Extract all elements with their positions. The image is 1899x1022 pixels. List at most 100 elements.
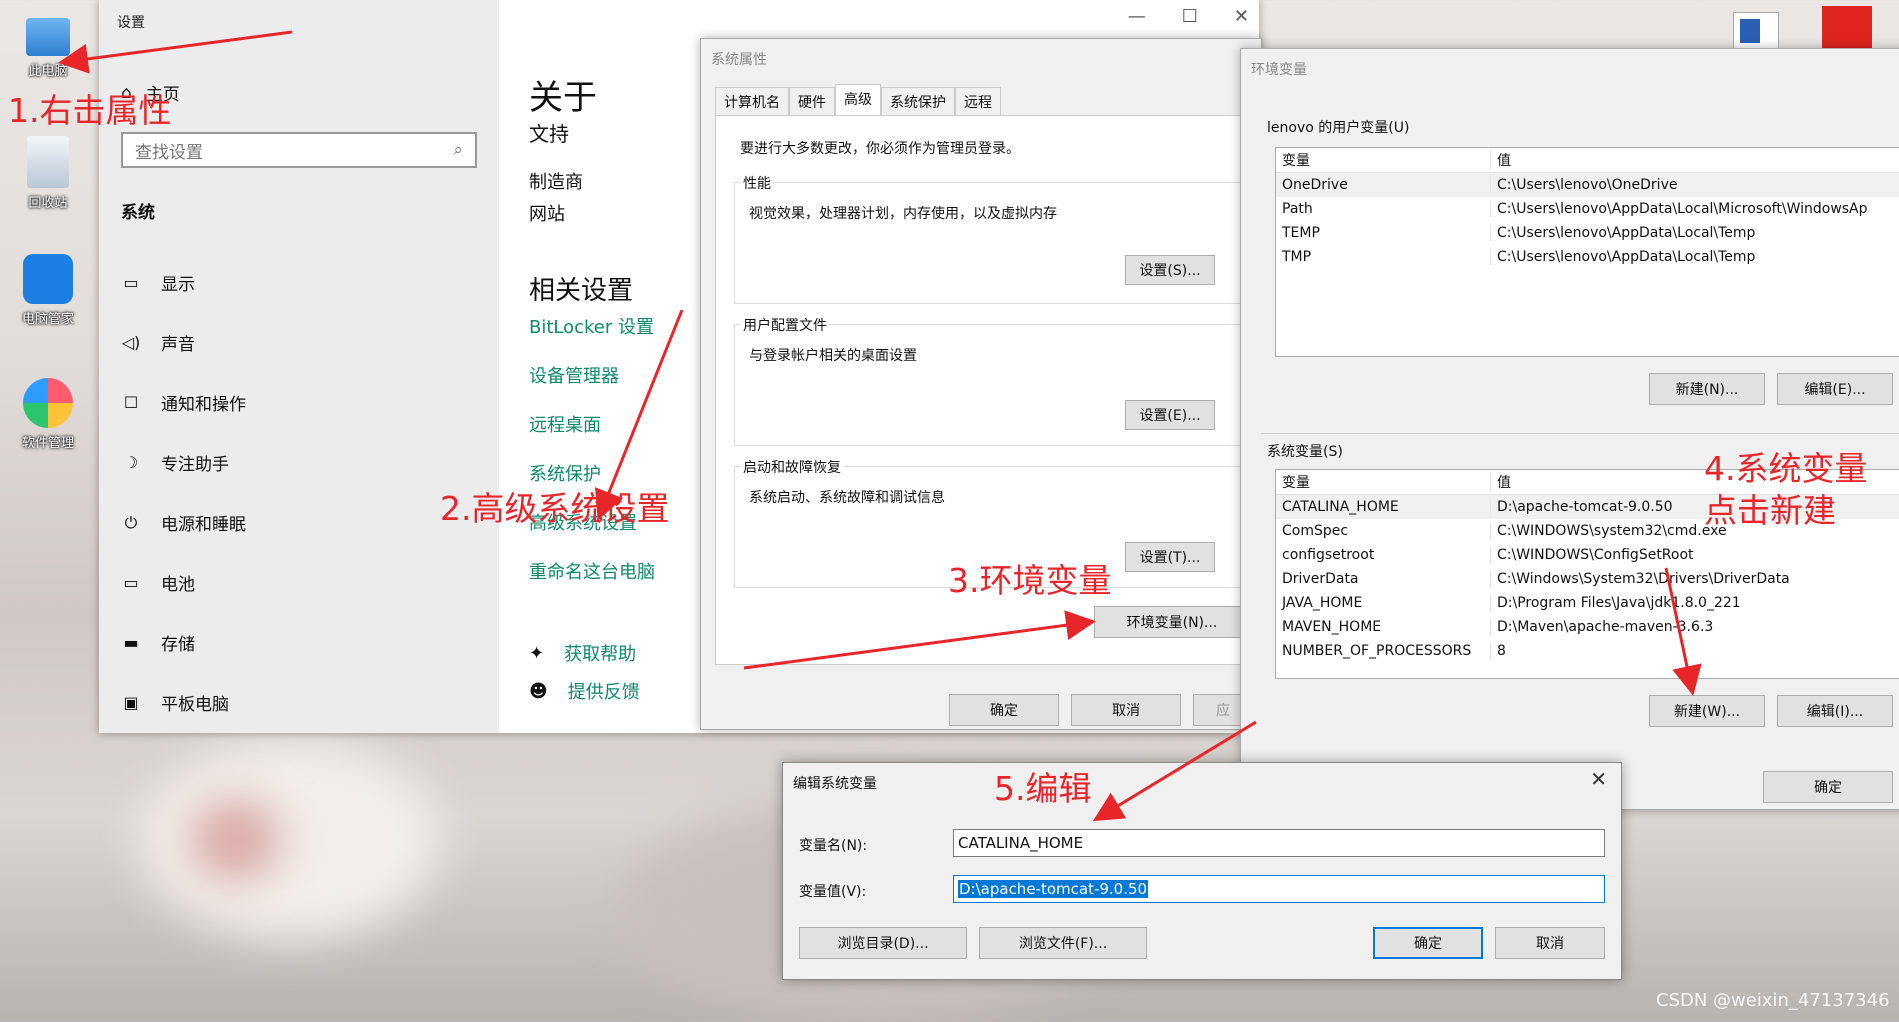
nav-item-notifications[interactable]: ☐ 通知和操作 [121, 390, 246, 415]
close-button[interactable]: ✕ [1234, 6, 1249, 27]
nav-label: 电源和睡眠 [161, 515, 246, 535]
list-row[interactable]: JAVA_HOME D:\Program Files\Java\jdk1.8.0_… [1276, 591, 1899, 615]
var-name: OneDrive [1276, 177, 1491, 193]
page-subtitle: 文持 [529, 122, 569, 146]
variable-name-input[interactable]: CATALINA_HOME [953, 829, 1605, 857]
desktop-icon-this-pc[interactable]: 此电脑 [8, 12, 88, 79]
group-label: 启动和故障恢复 [741, 457, 843, 477]
ok-button[interactable]: 确定 [1763, 771, 1893, 803]
system-edit-button[interactable]: 编辑(I)... [1777, 695, 1893, 727]
word-icon[interactable] [1733, 12, 1779, 50]
maximize-button[interactable]: ☐ [1182, 6, 1198, 27]
var-name: TMP [1276, 249, 1491, 265]
group-description: 与登录帐户相关的桌面设置 [749, 348, 917, 364]
minimize-button[interactable]: — [1128, 6, 1146, 27]
search-placeholder: 查找设置 [135, 142, 203, 163]
startup-settings-button[interactable]: 设置(T)... [1125, 542, 1215, 572]
user-edit-button[interactable]: 编辑(E)... [1777, 373, 1893, 405]
bitlocker-link[interactable]: BitLocker 设置 [529, 313, 654, 339]
cancel-button[interactable]: 取消 [1495, 927, 1605, 959]
list-row[interactable]: configsetroot C:\WINDOWS\ConfigSetRoot [1276, 543, 1899, 567]
nav-label: 声音 [161, 335, 195, 355]
close-icon[interactable]: ✕ [1590, 767, 1607, 791]
group-description: 系统启动、系统故障和调试信息 [749, 490, 945, 506]
variable-name-label: 变量名(N): [799, 838, 868, 854]
annotation-step-5: 5.编辑 [994, 769, 1092, 808]
annotation-step-4b: 点击新建 [1704, 491, 1836, 530]
dialog-title: 编辑系统变量 [793, 776, 877, 792]
performance-settings-button[interactable]: 设置(S)... [1125, 255, 1215, 285]
ok-button[interactable]: 确定 [949, 694, 1059, 726]
browse-directory-button[interactable]: 浏览目录(D)... [799, 927, 967, 959]
search-input[interactable]: 查找设置 ⌕ [121, 132, 477, 168]
nav-item-focus-assist[interactable]: ☽ 专注助手 [121, 450, 229, 475]
annotation-step-4a: 4.系统变量 [1704, 449, 1868, 488]
website-label: 网站 [529, 204, 565, 225]
nav-item-battery[interactable]: ▭ 电池 [121, 570, 195, 595]
environment-variables-button[interactable]: 环境变量(N)... [1094, 606, 1250, 638]
ok-button[interactable]: 确定 [1373, 927, 1483, 959]
related-settings-title: 相关设置 [529, 276, 634, 306]
selected-text: D:\apache-tomcat-9.0.50 [958, 880, 1149, 898]
list-row[interactable]: TMP C:\Users\lenovo\AppData\Local\Temp [1276, 245, 1899, 269]
pdf-icon[interactable] [1822, 6, 1872, 48]
rename-pc-link[interactable]: 重命名这台电脑 [529, 558, 655, 584]
cancel-button[interactable]: 取消 [1071, 694, 1181, 726]
var-value: C:\Users\lenovo\AppData\Local\Microsoft\… [1497, 201, 1868, 217]
nav-label: 显示 [161, 275, 195, 295]
var-name: NUMBER_OF_PROCESSORS [1276, 643, 1491, 659]
profile-settings-button[interactable]: 设置(E)... [1125, 400, 1215, 430]
list-row[interactable]: TEMP C:\Users\lenovo\AppData\Local\Temp [1276, 221, 1899, 245]
var-name: TEMP [1276, 225, 1491, 241]
list-header: 变量值 [1276, 148, 1899, 173]
section-heading: 系统 [121, 203, 155, 223]
list-row[interactable]: MAVEN_HOME D:\Maven\apache-maven-3.6.3 [1276, 615, 1899, 639]
desktop-icon-pc-manager[interactable]: 电脑管家 [8, 254, 88, 327]
moon-icon: ☽ [123, 453, 139, 472]
window-controls: — ☐ ✕ [1128, 6, 1249, 27]
help-label: 获取帮助 [564, 644, 637, 665]
list-row[interactable]: DriverData C:\Windows\System32\Drivers\Dr… [1276, 567, 1899, 591]
remote-desktop-link[interactable]: 远程桌面 [529, 411, 601, 437]
list-row[interactable]: OneDrive C:\Users\lenovo\OneDrive [1276, 173, 1899, 197]
list-row[interactable]: NUMBER_OF_PROCESSORS 8 [1276, 639, 1899, 663]
var-name: DriverData [1276, 571, 1491, 587]
nav-item-tablet[interactable]: ▣ 平板电脑 [121, 690, 229, 715]
desktop-icon-label: 回收站 [28, 196, 68, 211]
nav-item-display[interactable]: ▭ 显示 [121, 270, 195, 295]
desktop-icon-recycle-bin[interactable]: 回收站 [8, 136, 88, 211]
var-name: Path [1276, 201, 1491, 217]
device-manager-link[interactable]: 设备管理器 [529, 362, 619, 388]
nav-item-storage[interactable]: ▬ 存储 [121, 630, 195, 655]
software-manager-icon [23, 378, 73, 428]
maker-label: 制造商 [529, 172, 583, 193]
desktop-icon-software-manager[interactable]: 软件管理 [8, 378, 88, 451]
wallpaper-highlight [140, 740, 440, 940]
tab-advanced[interactable]: 高级 [835, 84, 881, 116]
var-value: C:\Users\lenovo\AppData\Local\Temp [1497, 249, 1756, 265]
get-help-link[interactable]: ✦ 获取帮助 [529, 640, 636, 666]
browse-file-button[interactable]: 浏览文件(F)... [979, 927, 1147, 959]
annotation-step-1: 1.右击属性 [8, 91, 172, 130]
system-new-button[interactable]: 新建(W)... [1649, 695, 1765, 727]
page-title: 关于 [529, 78, 597, 118]
computer-icon [26, 18, 70, 56]
admin-note: 要进行大多数更改，你必须作为管理员登录。 [740, 141, 1020, 157]
nav-label: 存储 [161, 635, 195, 655]
var-name: MAVEN_HOME [1276, 619, 1491, 635]
user-new-button[interactable]: 新建(N)... [1649, 373, 1765, 405]
nav-item-sound[interactable]: ◁) 声音 [121, 330, 195, 355]
var-value: C:\WINDOWS\system32\cmd.exe [1497, 523, 1727, 539]
system-properties-dialog: 系统属性 计算机名 硬件 高级 系统保护 远程 要进行大多数更改，你必须作为管理… [700, 38, 1296, 730]
var-value: 8 [1497, 643, 1506, 659]
notification-icon: ☐ [123, 393, 139, 412]
var-value: D:\apache-tomcat-9.0.50 [1497, 499, 1673, 515]
var-name: configsetroot [1276, 547, 1491, 563]
list-row[interactable]: Path C:\Users\lenovo\AppData\Local\Micros… [1276, 197, 1899, 221]
recycle-bin-icon [27, 136, 69, 188]
nav-item-power[interactable]: ⏻ 电源和睡眠 [121, 510, 246, 536]
variable-value-input[interactable]: D:\apache-tomcat-9.0.50 [953, 875, 1605, 903]
feedback-link[interactable]: ☻ 提供反馈 [529, 678, 640, 704]
var-value: C:\Windows\System32\Drivers\DriverData [1497, 571, 1790, 587]
sound-icon: ◁) [121, 333, 141, 352]
